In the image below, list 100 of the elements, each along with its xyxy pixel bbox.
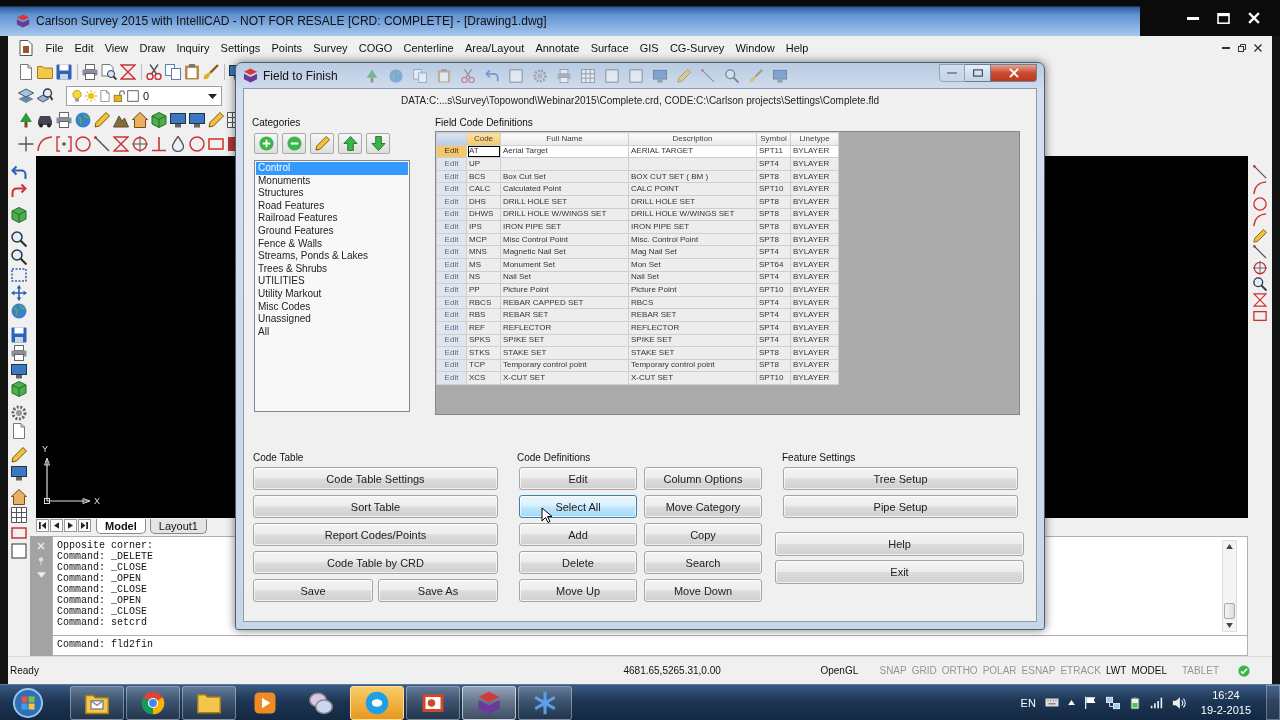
menu-item[interactable]: Draw (133, 42, 171, 54)
menu-item[interactable]: Settings (215, 42, 266, 54)
scissors-icon[interactable] (146, 64, 162, 80)
monitor-icon[interactable] (11, 465, 27, 481)
cube-icon[interactable] (11, 207, 27, 223)
globe-icon[interactable] (75, 112, 91, 128)
folder-icon[interactable] (37, 64, 53, 80)
rectangle-icon[interactable] (11, 525, 27, 541)
add-category-button[interactable] (254, 133, 278, 154)
arc-icon[interactable] (37, 136, 53, 152)
magnifier-icon[interactable] (11, 231, 27, 247)
monitor-icon[interactable] (170, 112, 186, 128)
menu-item[interactable]: GIS (634, 42, 665, 54)
keyboard-icon[interactable] (1044, 698, 1059, 707)
house-icon[interactable] (132, 112, 148, 128)
down-triangle-icon[interactable] (1226, 623, 1233, 628)
page-icon[interactable] (18, 64, 34, 80)
menu-item[interactable]: File (40, 42, 69, 54)
code-definition-button[interactable]: Column Options (644, 467, 762, 490)
speaker-icon[interactable] (1171, 695, 1186, 710)
code-definition-button[interactable]: Add (519, 523, 637, 546)
flag-icon[interactable] (1083, 696, 1097, 709)
category-item[interactable]: Fence & Walls (256, 237, 408, 251)
target-icon[interactable] (132, 136, 148, 152)
drop-icon[interactable] (170, 136, 186, 152)
printer-icon[interactable] (56, 112, 72, 128)
plus-icon[interactable] (18, 136, 34, 152)
layout-tab[interactable]: Layout1 (149, 519, 207, 534)
square-icon[interactable] (11, 543, 27, 559)
column-header[interactable]: Code (466, 132, 501, 146)
undo-icon[interactable] (11, 165, 27, 181)
code-table-button[interactable]: Report Codes/Points (253, 523, 498, 546)
feature-settings-button[interactable]: Pipe Setup (783, 495, 1018, 518)
column-header[interactable]: Symbol (756, 132, 791, 146)
line-icon[interactable] (1253, 245, 1267, 259)
copy-icon[interactable] (165, 64, 181, 80)
feature-settings-button[interactable]: Tree Setup (783, 467, 1018, 490)
move-down-button[interactable] (366, 133, 390, 154)
category-item[interactable]: Utility Markout (256, 287, 408, 301)
code-definition-button[interactable]: Select All (519, 495, 637, 518)
close-button[interactable] (1246, 10, 1262, 26)
rectangle-icon[interactable] (208, 136, 224, 152)
up-triangle-icon[interactable] (1226, 544, 1233, 549)
monitor-icon[interactable] (189, 112, 205, 128)
code-table-button[interactable]: Save (253, 579, 373, 602)
circle-icon[interactable] (75, 136, 91, 152)
category-item[interactable]: Structures (256, 187, 408, 200)
arc-icon[interactable] (1253, 181, 1267, 195)
maximize-button[interactable] (965, 64, 991, 82)
status-toggle[interactable]: LWT (1106, 665, 1127, 676)
first-tab-button[interactable] (36, 519, 49, 532)
check-circle-icon[interactable] (1238, 664, 1250, 677)
cube-icon[interactable] (11, 381, 27, 397)
menu-item[interactable]: Window (729, 42, 781, 54)
language-indicator[interactable]: EN (1020, 696, 1036, 709)
menu-item[interactable]: COGO (353, 42, 398, 54)
scrollbar[interactable] (1222, 540, 1237, 632)
next-tab-button[interactable] (64, 519, 77, 532)
four-arrows-icon[interactable] (11, 285, 27, 301)
battery-icon[interactable] (1128, 695, 1141, 710)
rectangle-icon[interactable] (1253, 309, 1267, 323)
menu-item[interactable]: Centerline (397, 42, 460, 54)
pencil-icon[interactable] (94, 112, 110, 128)
code-table-button[interactable]: Code Table by CRD (253, 551, 498, 574)
menu-item[interactable]: Annotate (529, 42, 586, 54)
restore-icon[interactable] (1238, 44, 1246, 52)
monitor-icon[interactable] (11, 363, 27, 379)
column-header[interactable]: Description (628, 132, 757, 146)
column-header[interactable]: Full Name (500, 132, 629, 146)
menu-item[interactable]: Surface (585, 42, 635, 54)
category-item[interactable]: Unassigned (256, 313, 408, 326)
last-tab-button[interactable] (78, 519, 91, 532)
code-definition-button[interactable]: Copy (644, 523, 762, 546)
menu-item[interactable]: CG-Survey (664, 42, 730, 54)
maximize-button[interactable] (1215, 10, 1232, 26)
redo-icon[interactable] (11, 183, 27, 199)
code-definition-button[interactable]: Search (644, 551, 762, 574)
brush-icon[interactable] (203, 64, 219, 80)
page-icon[interactable] (11, 423, 27, 439)
globe-icon[interactable] (11, 303, 27, 319)
dialog-button[interactable]: Exit (775, 560, 1024, 584)
edit-category-button[interactable] (310, 133, 334, 154)
category-item[interactable]: Trees & Shrubs (256, 262, 408, 276)
menu-item[interactable]: Inquiry (170, 42, 215, 54)
category-item[interactable]: Monuments (256, 174, 408, 188)
arc-icon[interactable] (1253, 213, 1267, 227)
target-icon[interactable] (1253, 261, 1267, 275)
tree-icon[interactable] (18, 112, 34, 128)
hourglass-icon[interactable] (113, 136, 129, 152)
house-icon[interactable] (11, 489, 27, 505)
pencil-icon[interactable] (1253, 229, 1267, 243)
command-line-field[interactable]: Command: fld2fin (52, 636, 1248, 656)
category-item[interactable]: Misc Codes (256, 300, 408, 314)
bracketed-dot-icon[interactable] (56, 136, 72, 152)
code-table-button[interactable]: Sort Table (253, 495, 498, 518)
menu-item[interactable]: Survey (307, 42, 354, 54)
menu-item[interactable]: Area/Layout (459, 42, 530, 54)
category-item[interactable]: All (256, 325, 408, 339)
layout-tab[interactable]: Model (96, 519, 146, 534)
move-up-button[interactable] (338, 133, 362, 154)
